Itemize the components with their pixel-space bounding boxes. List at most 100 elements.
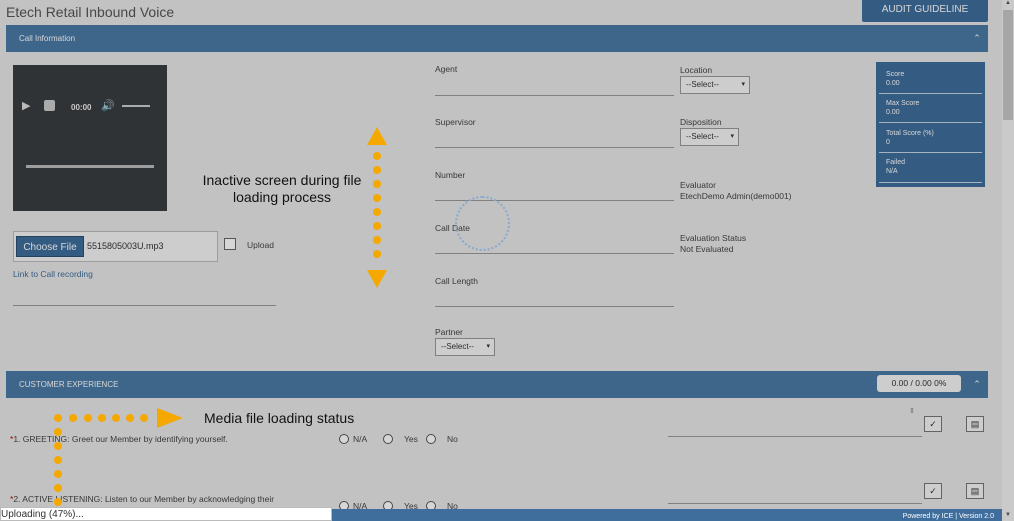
call-information-header[interactable]: Call Information ⌃: [6, 25, 988, 52]
annotation-dot: [84, 414, 92, 422]
scroll-down-icon[interactable]: ▼: [1003, 512, 1013, 518]
call-recording-link[interactable]: Link to Call recording: [13, 269, 93, 279]
radio-label-yes: Yes: [404, 434, 418, 444]
collapse-icon[interactable]: ⌃: [971, 377, 983, 391]
player-time: 00:00: [71, 103, 92, 112]
failed-value: N/A: [886, 168, 898, 175]
score-label: Score: [886, 71, 905, 78]
checklist-icon[interactable]: ✓: [924, 416, 942, 432]
failed-label: Failed: [886, 159, 906, 166]
annotation-dot: [373, 152, 381, 160]
question-2: *2. ACTIVE LISTENING: Listen to our Memb…: [10, 494, 274, 504]
section-title: CUSTOMER EXPERIENCE: [19, 380, 119, 389]
resize-spinner-icon[interactable]: ⇕: [909, 407, 915, 415]
question-text: 2. ACTIVE LISTENING: Listen to our Membe…: [13, 494, 275, 504]
guideline-book-icon[interactable]: ▤: [966, 483, 984, 499]
agent-input[interactable]: [435, 95, 674, 96]
volume-icon[interactable]: 🔊: [101, 99, 115, 112]
media-status-annotation: Media file loading status: [204, 410, 355, 426]
supervisor-label: Supervisor: [435, 117, 476, 127]
radio-no-1[interactable]: [426, 434, 436, 444]
disposition-select[interactable]: --Select--: [680, 128, 739, 146]
call-recording-input[interactable]: [13, 305, 276, 306]
annotation-dot: [373, 180, 381, 188]
score-divider: [879, 182, 982, 183]
supervisor-input[interactable]: [435, 147, 674, 148]
comment-textarea-1[interactable]: [668, 407, 922, 437]
evaluator-value: EtechDemo Admin(demo001): [680, 191, 792, 201]
score-value: 0.00: [886, 80, 900, 87]
partner-select[interactable]: --Select--: [435, 338, 495, 356]
choose-file-button[interactable]: Choose File: [16, 236, 84, 257]
footer-text: Powered by ICE | Version 2.0: [902, 513, 994, 520]
partner-label: Partner: [435, 327, 463, 337]
number-label: Number: [435, 170, 466, 180]
total-score-label: Total Score (%): [886, 130, 934, 137]
stop-icon[interactable]: [44, 100, 55, 111]
question-1: *1. GREETING: Greet our Member by identi…: [10, 434, 228, 444]
score-divider: [879, 122, 982, 123]
checklist-icon[interactable]: ✓: [924, 483, 942, 499]
audit-guideline-button[interactable]: AUDIT GUIDELINE: [862, 0, 988, 22]
annotation-dot: [54, 414, 62, 422]
app-title: Etech Retail Inbound Voice: [6, 4, 175, 20]
scrollbar-thumb[interactable]: [1003, 10, 1013, 120]
loading-spinner-icon: [455, 196, 510, 251]
annotation-dot: [373, 208, 381, 216]
location-select[interactable]: --Select--: [680, 76, 750, 94]
annotation-dot: [54, 470, 62, 478]
radio-na-1[interactable]: [339, 434, 349, 444]
annotation-dot: [126, 414, 134, 422]
section-title: Call Information: [19, 34, 76, 43]
guideline-book-icon[interactable]: ▤: [966, 416, 984, 432]
evaluator-label: Evaluator: [680, 180, 716, 190]
call-length-label: Call Length: [435, 276, 479, 286]
annotation-dot: [373, 236, 381, 244]
collapse-icon[interactable]: ⌃: [971, 31, 983, 45]
annotation-dot: [373, 250, 381, 258]
scroll-up-icon[interactable]: ▲: [1003, 0, 1013, 6]
annotation-dot: [54, 484, 62, 492]
annotation-dot: [373, 166, 381, 174]
arrow-right-icon: [157, 408, 183, 428]
annotation-dot: [373, 194, 381, 202]
upload-status-bar: Uploading (47%)...: [0, 507, 332, 521]
call-length-input[interactable]: [435, 306, 674, 307]
annotation-dot: [98, 414, 106, 422]
file-name: 5515805003U.mp3: [87, 241, 164, 251]
seek-bar[interactable]: [26, 165, 154, 168]
comment-textarea-2[interactable]: [668, 474, 922, 504]
customer-experience-header[interactable]: CUSTOMER EXPERIENCE ⌃: [6, 371, 988, 398]
annotation-dot: [373, 222, 381, 230]
score-divider: [879, 152, 982, 153]
section-score-badge: 0.00 / 0.00 0%: [877, 375, 961, 392]
inactive-screen-annotation: Inactive screen during file loading proc…: [202, 172, 362, 205]
disposition-label: Disposition: [680, 117, 722, 127]
radio-label-no: No: [447, 434, 458, 444]
annotation-dot: [140, 414, 148, 422]
agent-label: Agent: [435, 64, 458, 74]
total-score-value: 0: [886, 139, 890, 146]
arrow-down-icon: [367, 270, 387, 288]
max-score-value: 0.00: [886, 109, 900, 116]
radio-label-na: N/A: [353, 434, 368, 444]
max-score-label: Max Score: [886, 100, 920, 107]
annotation-dot: [54, 442, 62, 450]
annotation-dot: [54, 498, 62, 506]
evaluation-status-label: Evaluation Status: [680, 233, 747, 243]
upload-checkbox[interactable]: [224, 238, 236, 250]
evaluation-status-value: Not Evaluated: [680, 244, 734, 254]
play-icon[interactable]: ▶: [22, 99, 30, 112]
annotation-dot: [54, 428, 62, 436]
volume-slider[interactable]: [122, 105, 150, 107]
annotation-dot: [112, 414, 120, 422]
annotation-dot: [69, 414, 77, 422]
score-divider: [879, 93, 982, 94]
question-text: 1. GREETING: Greet our Member by identif…: [13, 434, 228, 444]
radio-yes-1[interactable]: [383, 434, 393, 444]
media-player: [13, 65, 167, 211]
annotation-dot: [54, 456, 62, 464]
location-label: Location: [680, 65, 713, 75]
upload-label: Upload: [247, 240, 274, 250]
call-date-input[interactable]: [435, 253, 674, 254]
